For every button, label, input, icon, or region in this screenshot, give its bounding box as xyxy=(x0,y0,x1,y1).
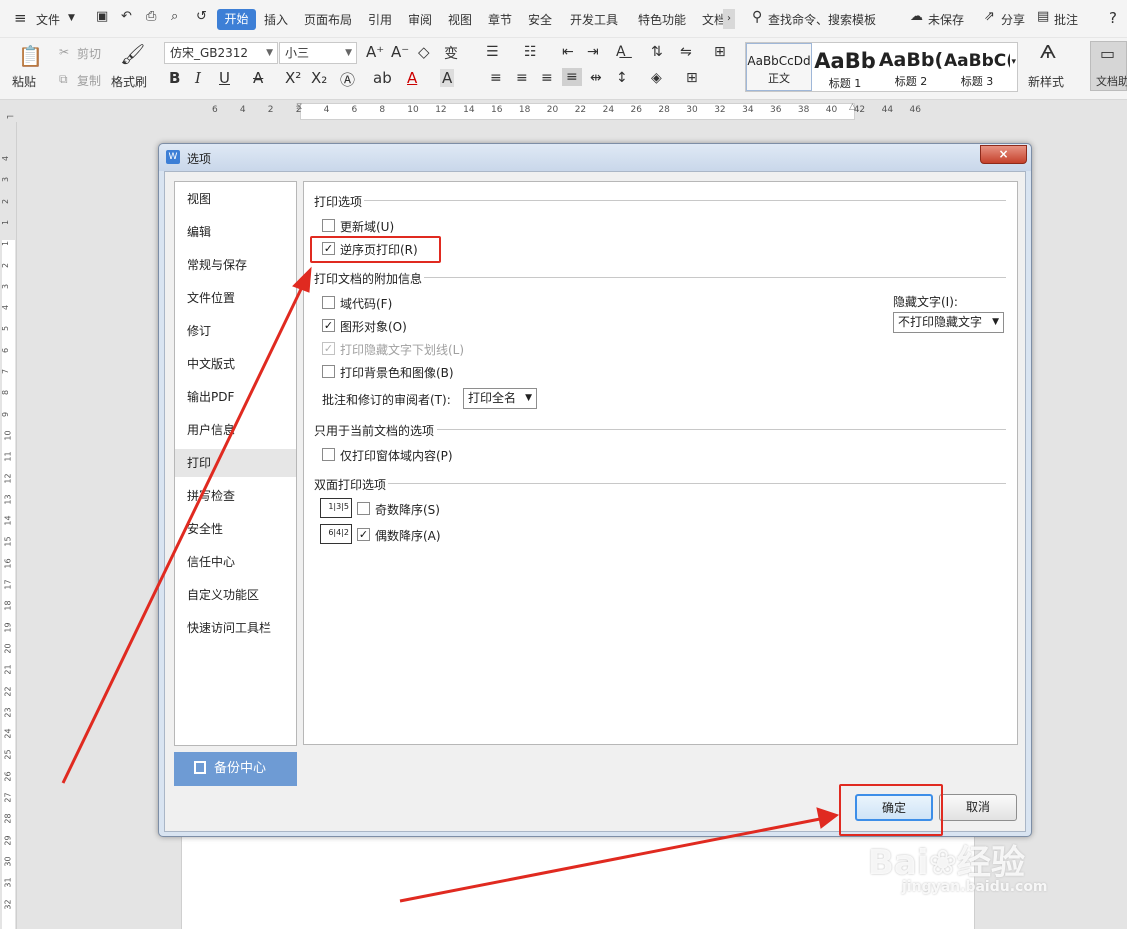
arrowhead-icon xyxy=(816,807,840,829)
arrowhead-icon xyxy=(292,266,312,293)
watermark-url: jingyan.baidu.com xyxy=(902,879,1048,895)
watermark-logo: Bai❀经验 xyxy=(868,843,1026,883)
annotation-arrows xyxy=(61,266,840,903)
baidu-watermark: Bai❀经验 jingyan.baidu.com xyxy=(840,805,1120,925)
arrow-to-ok xyxy=(399,817,821,903)
arrow-to-reverse-order xyxy=(61,284,305,784)
